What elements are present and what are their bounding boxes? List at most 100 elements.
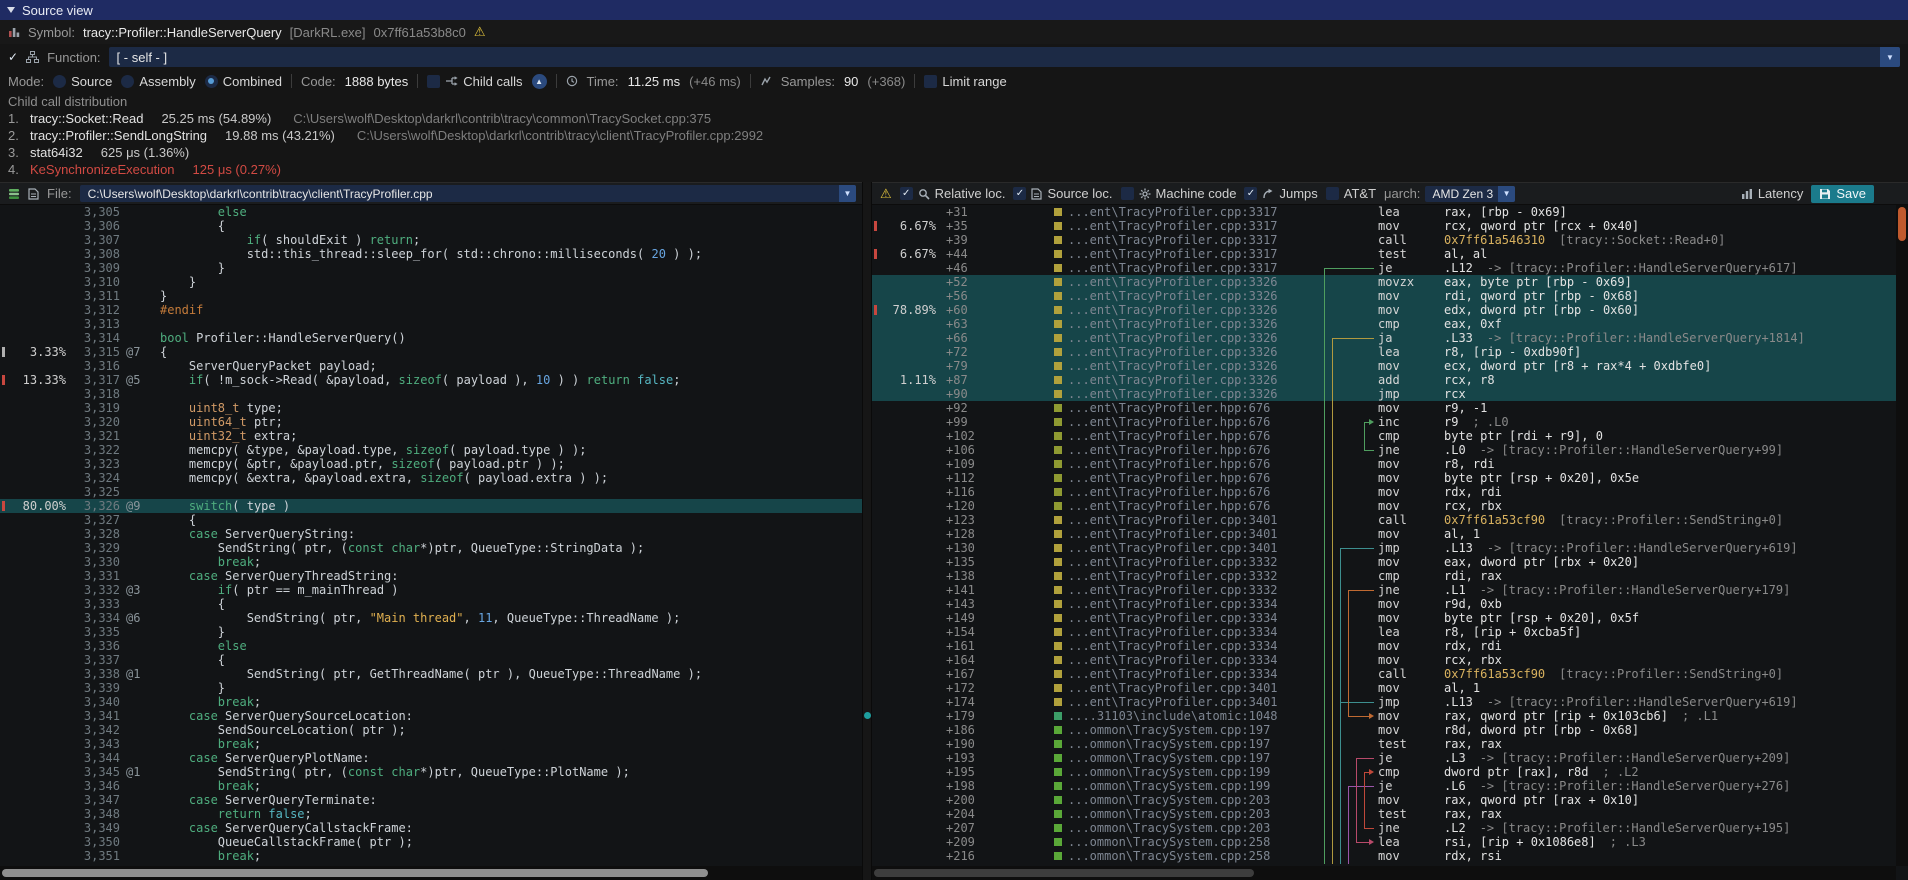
asm-line[interactable]: +99...ent\TracyProfiler.hpp:676incr9; .L…: [872, 415, 1896, 429]
line-number[interactable]: 3,312: [70, 303, 120, 317]
asm-line[interactable]: +109...ent\TracyProfiler.hpp:676movr8, r…: [872, 457, 1896, 471]
source-line[interactable]: 3,308 std::this_thread::sleep_for( std::…: [0, 247, 862, 261]
asm-line[interactable]: +123...ent\TracyProfiler.cpp:3401call0x7…: [872, 513, 1896, 527]
asm-line[interactable]: +128...ent\TracyProfiler.cpp:3401moval, …: [872, 527, 1896, 541]
checkbox-icon[interactable]: ✓: [1326, 187, 1339, 200]
line-number[interactable]: 3,328: [70, 527, 120, 541]
asm-line[interactable]: +141...ent\TracyProfiler.cpp:3332jne.L1-…: [872, 583, 1896, 597]
source-line[interactable]: 3,340 break;: [0, 695, 862, 709]
source-line[interactable]: 3,320 uint64_t ptr;: [0, 415, 862, 429]
asm-source-location[interactable]: ...ent\TracyProfiler.cpp:3334: [1068, 611, 1278, 625]
source-line[interactable]: 13.33%3,317@5 if( !m_sock->Read( &payloa…: [0, 373, 862, 387]
asm-line[interactable]: +195...ommon\TracySystem.cpp:199cmpdword…: [872, 765, 1896, 779]
mode-radio-combined[interactable]: Combined: [205, 74, 282, 89]
source-line[interactable]: 3,325: [0, 485, 862, 499]
source-line[interactable]: 3,312#endif: [0, 303, 862, 317]
child-call-item[interactable]: 4.KeSynchronizeExecution125 μs (0.27%): [8, 161, 1908, 178]
source-line[interactable]: 3,318: [0, 387, 862, 401]
asm-line[interactable]: 6.67%+35...ent\TracyProfiler.cpp:3317mov…: [872, 219, 1896, 233]
line-number[interactable]: 3,342: [70, 723, 120, 737]
checkbox-icon[interactable]: ✓: [1244, 187, 1257, 200]
line-number[interactable]: 3,313: [70, 317, 120, 331]
child-call-item[interactable]: 2.tracy::Profiler::SendLongString19.88 m…: [8, 127, 1908, 144]
asm-source-location[interactable]: ...ent\TracyProfiler.cpp:3317: [1068, 233, 1278, 247]
line-number[interactable]: 3,345: [70, 765, 120, 779]
line-number[interactable]: 3,323: [70, 457, 120, 471]
asm-source-location[interactable]: ...ent\TracyProfiler.cpp:3317: [1068, 261, 1278, 275]
source-line[interactable]: 3,339 }: [0, 681, 862, 695]
file-list-icon[interactable]: [8, 188, 20, 200]
line-number[interactable]: 3,324: [70, 471, 120, 485]
asm-line[interactable]: +172...ent\TracyProfiler.cpp:3401moval, …: [872, 681, 1896, 695]
asm-source-location[interactable]: ...ent\TracyProfiler.cpp:3334: [1068, 653, 1278, 667]
asm-source-location[interactable]: ...ent\TracyProfiler.cpp:3326: [1068, 317, 1278, 331]
asm-line[interactable]: 6.67%+44...ent\TracyProfiler.cpp:3317tes…: [872, 247, 1896, 261]
asm-line[interactable]: +174...ent\TracyProfiler.cpp:3401jmp.L13…: [872, 695, 1896, 709]
asm-source-location[interactable]: ...ommon\TracySystem.cpp:258: [1068, 835, 1270, 849]
asm-source-location[interactable]: ...ent\TracyProfiler.cpp:3334: [1068, 625, 1278, 639]
asm-source-location[interactable]: ...ent\TracyProfiler.cpp:3317: [1068, 205, 1278, 219]
asm-source-location[interactable]: ...ent\TracyProfiler.cpp:3401: [1068, 527, 1278, 541]
asm-source-location[interactable]: ...ent\TracyProfiler.cpp:3326: [1068, 303, 1278, 317]
asm-line[interactable]: +120...ent\TracyProfiler.hpp:676movrcx, …: [872, 499, 1896, 513]
child-calls-checkbox[interactable]: ✓ Child calls: [427, 74, 522, 89]
asm-source-location[interactable]: ...ent\TracyProfiler.cpp:3334: [1068, 639, 1278, 653]
checkbox-icon[interactable]: ✓: [427, 75, 440, 88]
line-number[interactable]: 3,319: [70, 401, 120, 415]
line-number[interactable]: 3,314: [70, 331, 120, 345]
asm-line[interactable]: +63...ent\TracyProfiler.cpp:3326cmpeax, …: [872, 317, 1896, 331]
asm-source-location[interactable]: ...ent\TracyProfiler.cpp:3401: [1068, 681, 1278, 695]
asm-source-location[interactable]: ...ommon\TracySystem.cpp:197: [1068, 737, 1270, 751]
line-number[interactable]: 3,320: [70, 415, 120, 429]
source-line[interactable]: 3,324 memcpy( &extra, &payload.extra, si…: [0, 471, 862, 485]
source-line[interactable]: 3,309 }: [0, 261, 862, 275]
line-number[interactable]: 3,337: [70, 653, 120, 667]
asm-source-location[interactable]: ...ent\TracyProfiler.cpp:3326: [1068, 373, 1278, 387]
line-number[interactable]: 3,305: [70, 205, 120, 219]
asm-line[interactable]: +92...ent\TracyProfiler.hpp:676movr9, -1: [872, 401, 1896, 415]
asm-line[interactable]: +198...ommon\TracySystem.cpp:199je.L6-> …: [872, 779, 1896, 793]
asm-source-location[interactable]: ...ent\TracyProfiler.hpp:676: [1068, 471, 1270, 485]
asm-line[interactable]: +106...ent\TracyProfiler.hpp:676jne.L0->…: [872, 443, 1896, 457]
source-line[interactable]: 80.00%3,326@9 switch( type ): [0, 499, 862, 513]
asm-source-location[interactable]: ...ent\TracyProfiler.cpp:3326: [1068, 331, 1278, 345]
line-number[interactable]: 3,351: [70, 849, 120, 863]
asm-source-location[interactable]: ...ent\TracyProfiler.cpp:3326: [1068, 289, 1278, 303]
asm-source-location[interactable]: ...ent\TracyProfiler.cpp:3317: [1068, 219, 1278, 233]
asm-line[interactable]: +209...ommon\TracySystem.cpp:258learsi, …: [872, 835, 1896, 849]
asm-line[interactable]: +135...ent\TracyProfiler.cpp:3332moveax,…: [872, 555, 1896, 569]
asm-source-location[interactable]: ...ent\TracyProfiler.cpp:3326: [1068, 387, 1278, 401]
assembly-code-area[interactable]: +31...ent\TracyProfiler.cpp:3317learax, …: [872, 205, 1896, 866]
asm-source-location[interactable]: ...ent\TracyProfiler.hpp:676: [1068, 499, 1270, 513]
source-line[interactable]: 3,311}: [0, 289, 862, 303]
source-line[interactable]: 3,330 break;: [0, 555, 862, 569]
source-line[interactable]: 3,333 {: [0, 597, 862, 611]
radio-icon[interactable]: [205, 75, 218, 88]
line-number[interactable]: 3,347: [70, 793, 120, 807]
asm-line[interactable]: +167...ent\TracyProfiler.cpp:3334call0x7…: [872, 667, 1896, 681]
asm-source-location[interactable]: ...ent\TracyProfiler.cpp:3332: [1068, 555, 1278, 569]
asm-line[interactable]: +193...ommon\TracySystem.cpp:197je.L3-> …: [872, 751, 1896, 765]
source-line[interactable]: 3,344 case ServerQueryPlotName:: [0, 751, 862, 765]
asm-source-location[interactable]: ...ommon\TracySystem.cpp:258: [1068, 849, 1270, 863]
line-number[interactable]: 3,336: [70, 639, 120, 653]
source-line[interactable]: 3,341 case ServerQuerySourceLocation:: [0, 709, 862, 723]
asm-line[interactable]: +116...ent\TracyProfiler.hpp:676movrdx, …: [872, 485, 1896, 499]
source-line[interactable]: 3,305 else: [0, 205, 862, 219]
asm-source-location[interactable]: ...ent\TracyProfiler.hpp:676: [1068, 457, 1270, 471]
line-number[interactable]: 3,338: [70, 667, 120, 681]
line-number[interactable]: 3,318: [70, 387, 120, 401]
asm-line[interactable]: +79...ent\TracyProfiler.cpp:3326movecx, …: [872, 359, 1896, 373]
file-combo[interactable]: C:\Users\wolf\Desktop\darkrl\contrib\tra…: [80, 185, 856, 202]
source-line[interactable]: 3,338@1 SendString( ptr, GetThreadName( …: [0, 667, 862, 681]
asm-source-location[interactable]: ...ent\TracyProfiler.cpp:3326: [1068, 275, 1278, 289]
source-line[interactable]: 3,310 }: [0, 275, 862, 289]
asm-horizontal-scrollbar[interactable]: [872, 866, 1896, 880]
line-number[interactable]: 3,308: [70, 247, 120, 261]
source-line[interactable]: 3,347 case ServerQueryTerminate:: [0, 793, 862, 807]
asm-source-location[interactable]: ...ent\TracyProfiler.hpp:676: [1068, 485, 1270, 499]
asm-line[interactable]: +207...ommon\TracySystem.cpp:203jne.L2->…: [872, 821, 1896, 835]
asm-source-location[interactable]: ...ent\TracyProfiler.hpp:676: [1068, 443, 1270, 457]
source-line[interactable]: 3,342 SendSourceLocation( ptr );: [0, 723, 862, 737]
source-line[interactable]: 3,307 if( shouldExit ) return;: [0, 233, 862, 247]
